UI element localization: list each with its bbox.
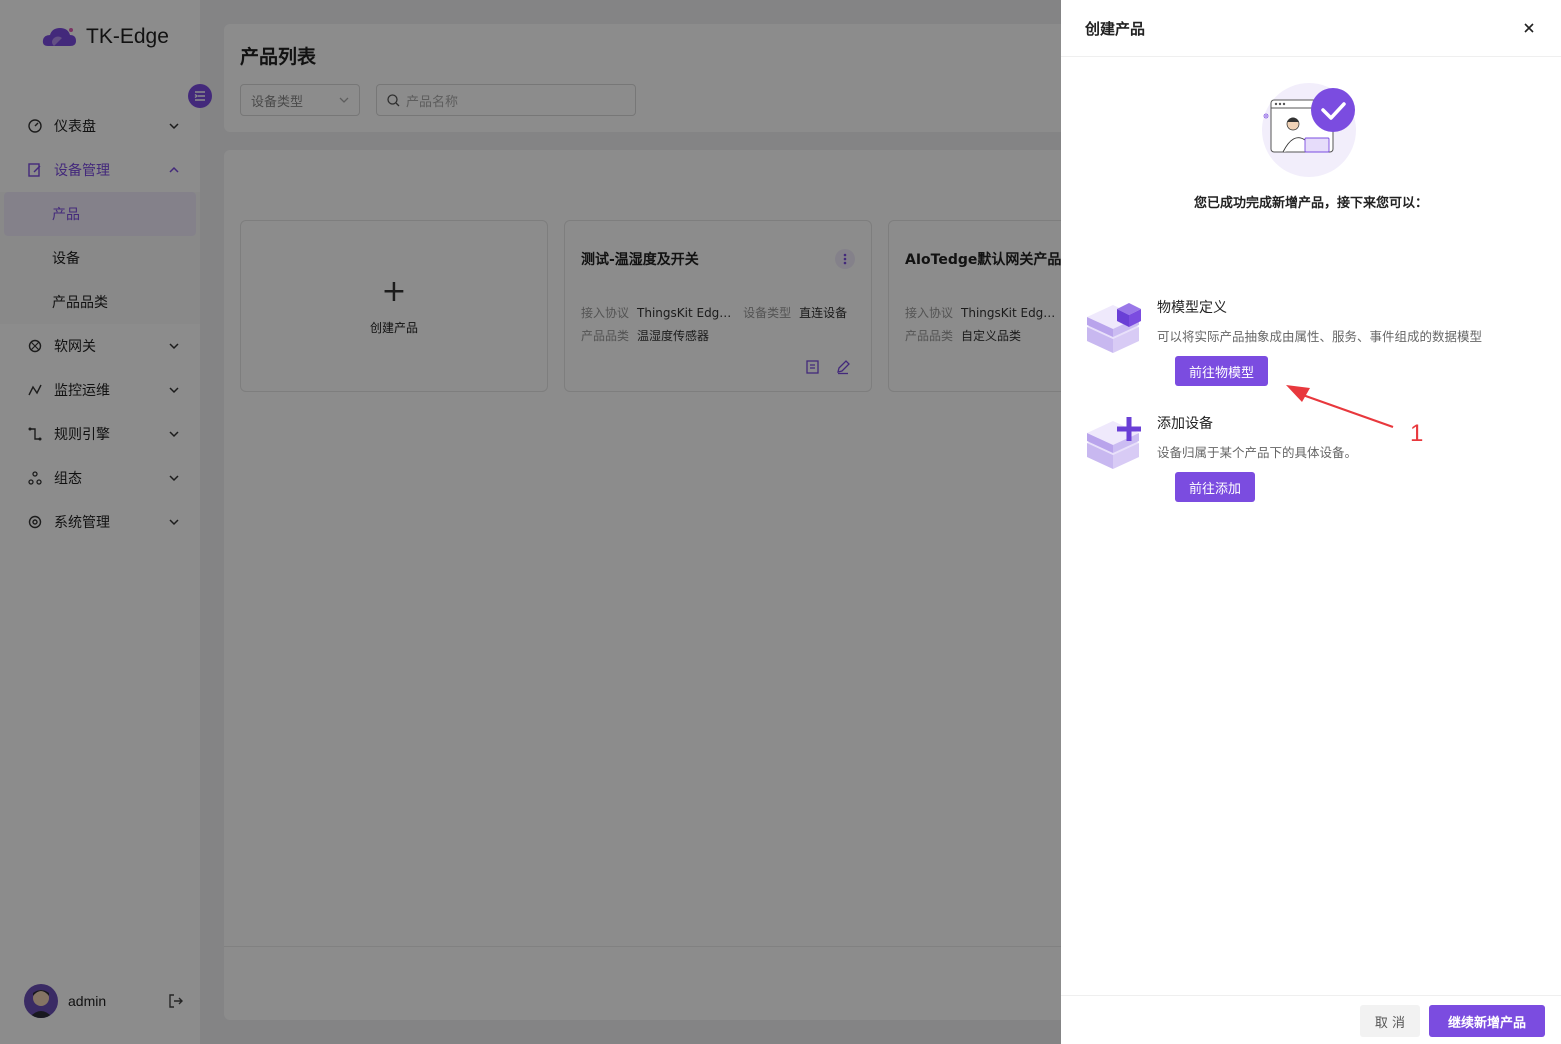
success-message: 您已成功完成新增产品，接下来您可以： [1193,196,1428,211]
drawer-title: 创建产品 [1085,19,1146,38]
continue-add-product-button[interactable]: 继续新增产品 [1429,1005,1545,1037]
cube-stack-icon [1087,303,1141,353]
step-description: 可以将实际产品抽象成由属性、服务、事件组成的数据模型 [1157,329,1483,344]
create-product-drawer: 创建产品 您已成功完成新增产品，接下来您可以： 物模型定义 可以将实际产品抽象成… [1061,0,1561,1044]
drawer-header: 创建产品 [1061,0,1561,57]
success-illustration [1262,83,1356,177]
annotation-number: 1 [1410,420,1424,447]
cancel-button[interactable]: 取 消 [1360,1005,1420,1037]
step-title: 物模型定义 [1157,300,1227,316]
drawer-mask[interactable] [0,0,1061,1044]
drawer-footer: 取 消 继续新增产品 [1061,995,1561,1044]
go-to-thing-model-button[interactable]: 前往物模型 [1175,356,1269,386]
step-description: 设备归属于某个产品下的具体设备。 [1157,445,1358,460]
close-icon[interactable] [1521,20,1537,36]
go-to-add-device-button[interactable]: 前往添加 [1175,472,1256,502]
cube-plus-icon [1087,417,1141,469]
step-title: 添加设备 [1157,416,1213,432]
